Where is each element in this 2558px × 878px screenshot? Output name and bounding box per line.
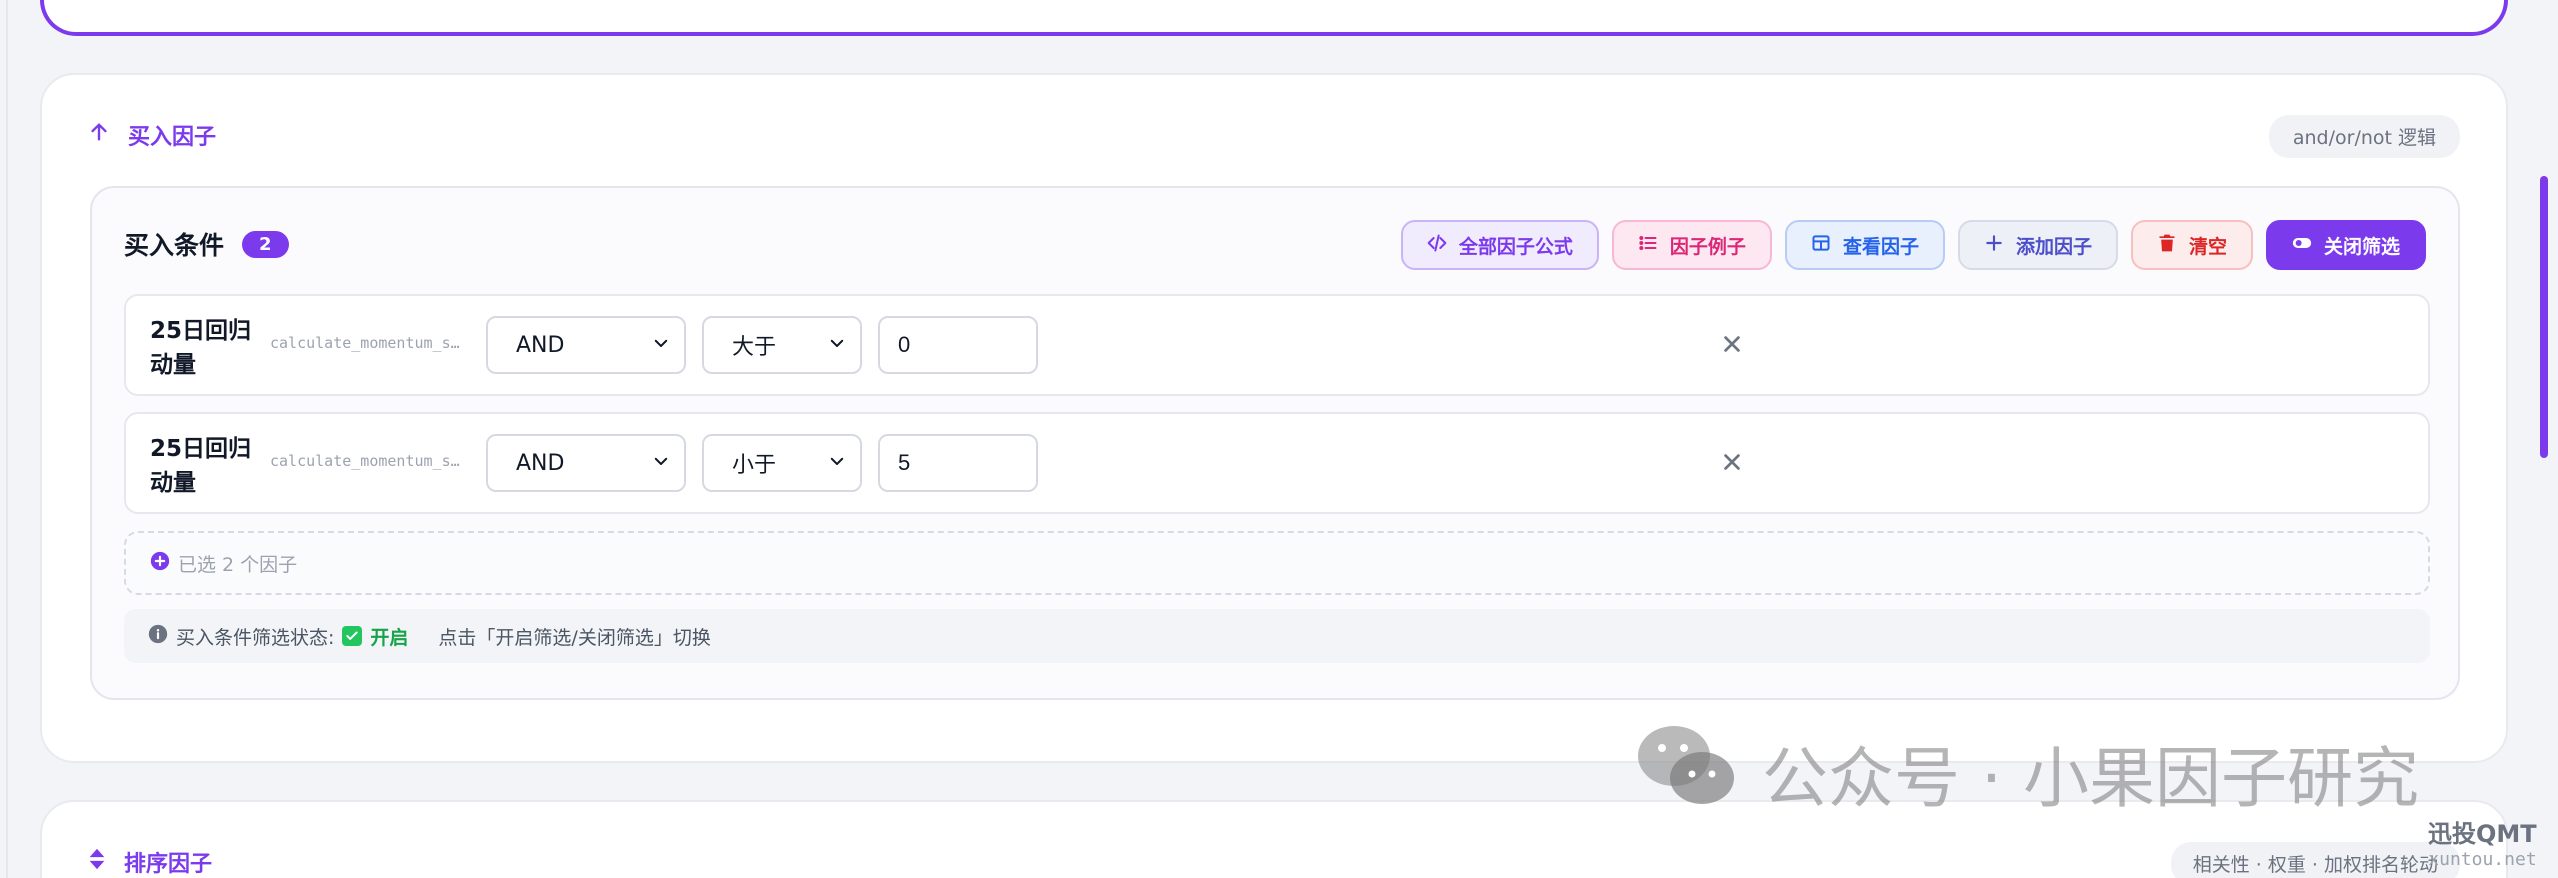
panel-title: 买入条件 2 bbox=[124, 226, 289, 262]
buy-conditions-title: 买入条件 bbox=[124, 231, 225, 260]
chevron-down-icon bbox=[828, 333, 846, 358]
view-factors-label: 查看因子 bbox=[1842, 235, 1919, 258]
info-icon bbox=[148, 624, 168, 649]
list-icon bbox=[1638, 233, 1658, 258]
code-icon bbox=[1427, 233, 1447, 258]
filter-status-bar: 买入条件筛选状态: 开启 点击「开启筛选/关闭筛选」切换 bbox=[124, 609, 2430, 663]
trash-icon bbox=[2157, 233, 2177, 258]
page: 买入因子 and/or/not 逻辑 买入条件 2 全部因子公式 因子例子 查看… bbox=[0, 0, 2558, 878]
logic-select-value: AND bbox=[516, 450, 565, 476]
factor-examples-button[interactable]: 因子例子 bbox=[1611, 220, 1772, 270]
clear-label: 清空 bbox=[2188, 235, 2227, 258]
all-formulas-label: 全部因子公式 bbox=[1458, 235, 1573, 258]
chevron-down-icon bbox=[828, 451, 846, 476]
operator-select-value: 大于 bbox=[732, 335, 777, 360]
logic-select[interactable]: AND bbox=[486, 316, 686, 374]
status-state: 开启 bbox=[370, 626, 409, 649]
condition-function-name: calculate_momentum_s… bbox=[270, 452, 460, 470]
operator-select[interactable]: 小于 bbox=[702, 434, 862, 492]
chevron-down-icon bbox=[652, 451, 670, 476]
remove-condition-button[interactable] bbox=[1712, 444, 1752, 484]
scrollbar-thumb[interactable] bbox=[2540, 176, 2548, 458]
toggle-icon bbox=[2292, 233, 2312, 258]
add-factor-label: 添加因子 bbox=[2015, 235, 2092, 258]
clear-button[interactable]: 清空 bbox=[2130, 220, 2253, 270]
sort-hint-badge: 相关性 · 权重 · 加权排名轮动 bbox=[2170, 842, 2460, 878]
check-icon bbox=[342, 626, 363, 646]
buy-factor-title: 买入因子 bbox=[128, 125, 217, 150]
add-factor-button[interactable]: 添加因子 bbox=[1957, 220, 2118, 270]
condition-count-badge: 2 bbox=[242, 230, 289, 258]
operator-select[interactable]: 大于 bbox=[702, 316, 862, 374]
close-filter-label: 关闭筛选 bbox=[2323, 235, 2400, 258]
close-filter-button[interactable]: 关闭筛选 bbox=[2265, 220, 2426, 270]
operator-select-value: 小于 bbox=[732, 453, 777, 478]
threshold-input[interactable] bbox=[878, 434, 1038, 492]
arrow-up-icon bbox=[88, 121, 110, 149]
sort-factor-header: 排序因子 bbox=[88, 846, 212, 878]
close-icon bbox=[1721, 333, 1743, 359]
selected-factors-summary: 已选 2 个因子 bbox=[124, 531, 2430, 595]
condition-row: 25日回归动量 calculate_momentum_s… AND 小于 bbox=[124, 412, 2430, 514]
selected-count-text: 已选 2 个因子 bbox=[178, 553, 298, 576]
table-icon bbox=[1811, 233, 1831, 258]
page-edge bbox=[6, 0, 8, 878]
threshold-input[interactable] bbox=[878, 316, 1038, 374]
watermark: 公众号 · 小果因子研究 bbox=[1636, 722, 2419, 824]
condition-row: 25日回归动量 calculate_momentum_s… AND 大于 bbox=[124, 294, 2430, 396]
condition-factor-name: 25日回归动量 bbox=[150, 318, 252, 378]
factor-examples-label: 因子例子 bbox=[1669, 235, 1746, 258]
buy-factor-header: 买入因子 bbox=[88, 119, 216, 151]
all-formulas-button[interactable]: 全部因子公式 bbox=[1400, 220, 1599, 270]
sort-factor-title: 排序因子 bbox=[124, 852, 213, 877]
condition-function-name: calculate_momentum_s… bbox=[270, 334, 460, 352]
status-hint: 点击「开启筛选/关闭筛选」切换 bbox=[438, 626, 711, 649]
status-label: 买入条件筛选状态: bbox=[176, 626, 335, 649]
close-icon bbox=[1721, 451, 1743, 477]
panel-toolbar: 全部因子公式 因子例子 查看因子 添加因子 清空 关闭筛选 bbox=[1400, 220, 2426, 270]
condition-factor-name: 25日回归动量 bbox=[150, 436, 252, 496]
plus-icon bbox=[1984, 233, 2004, 258]
chevron-down-icon bbox=[652, 333, 670, 358]
corner-watermark: 迅投QMT xuntou.net bbox=[2428, 814, 2537, 870]
watermark-text: 公众号 · 小果因子研究 bbox=[1762, 740, 2419, 817]
corner-title: 迅投QMT bbox=[2428, 820, 2537, 848]
previous-section-card bbox=[40, 0, 2508, 36]
remove-condition-button[interactable] bbox=[1712, 326, 1752, 366]
logic-select-value: AND bbox=[516, 332, 565, 358]
logic-select[interactable]: AND bbox=[486, 434, 686, 492]
buy-factor-section: 买入因子 and/or/not 逻辑 买入条件 2 全部因子公式 因子例子 查看… bbox=[40, 73, 2508, 763]
sort-icon bbox=[88, 848, 106, 876]
corner-url: xuntou.net bbox=[2428, 849, 2537, 870]
logic-hint-badge: and/or/not 逻辑 bbox=[2268, 115, 2460, 158]
plus-circle-icon bbox=[150, 551, 170, 576]
view-factors-button[interactable]: 查看因子 bbox=[1784, 220, 1945, 270]
wechat-icon bbox=[1636, 722, 1736, 824]
buy-conditions-panel: 买入条件 2 全部因子公式 因子例子 查看因子 添加因子 清空 关闭筛选 25日… bbox=[90, 186, 2460, 700]
